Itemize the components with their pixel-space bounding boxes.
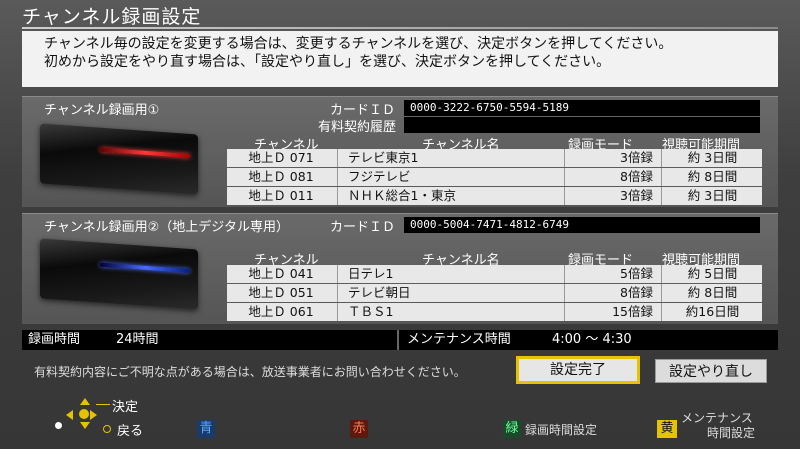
title-divider bbox=[22, 27, 778, 29]
maintenance-time-label: メンテナンス時間 bbox=[407, 332, 511, 347]
blue-key-icon[interactable]: 青 bbox=[197, 420, 215, 438]
cell-period: 約 8日間 bbox=[661, 168, 763, 186]
cell-name: テレビ朝日 bbox=[337, 284, 562, 302]
cell-channel: 地上Ｄ 081 bbox=[248, 169, 314, 184]
rec-time-label: 録画時間 bbox=[28, 332, 81, 347]
arrow-left-icon bbox=[66, 410, 73, 420]
panel-title: チャンネル録画用① bbox=[44, 103, 160, 118]
settings-complete-button[interactable]: 設定完了 bbox=[516, 356, 640, 384]
cell-mode: 8倍録 bbox=[564, 284, 659, 302]
instruction-line-2: 初めから設定をやり直す場合は、「設定やり直し」を選び、決定ボタンを押してください… bbox=[44, 54, 611, 70]
cell-mode: 5倍録 bbox=[564, 265, 659, 283]
recorder-device-icon bbox=[40, 123, 198, 195]
cell-mode: 3倍録 bbox=[564, 187, 659, 205]
table-row[interactable]: 地上Ｄ 081 フジテレビ 8倍録 約 8日間 bbox=[227, 168, 762, 186]
cell-name: 日テレ1 bbox=[337, 265, 562, 283]
maintenance-time-value: 4:00 〜 4:30 bbox=[552, 332, 632, 347]
yellow-key-label-2: 時間設定 bbox=[707, 426, 756, 440]
cell-channel: 地上Ｄ 051 bbox=[248, 285, 314, 300]
cell-name: テレビ東京1 bbox=[337, 149, 562, 167]
cell-mode: 15倍録 bbox=[564, 303, 659, 321]
table-row[interactable]: 地上Ｄ 041 日テレ1 5倍録 約 5日間 bbox=[227, 265, 762, 283]
recorder-device-icon bbox=[40, 238, 198, 310]
table-row[interactable]: 地上Ｄ 011 ＮＨＫ総合1・東京 3倍録 約 3日間 bbox=[227, 187, 762, 205]
recorder-panel-2: チャンネル録画用②（地上デジタル専用） カードＩＤ 0000-5004-7471… bbox=[22, 213, 778, 324]
blue-led-stripe bbox=[100, 262, 190, 273]
settings-reset-button[interactable]: 設定やり直し bbox=[655, 359, 767, 383]
panel-title: チャンネル録画用②（地上デジタル専用） bbox=[44, 220, 290, 235]
decide-connector bbox=[96, 404, 110, 405]
cell-name: ＮＨＫ総合1・東京 bbox=[337, 187, 562, 205]
green-key-icon[interactable]: 緑 bbox=[503, 420, 521, 438]
cell-channel: 地上Ｄ 041 bbox=[248, 266, 314, 281]
cell-channel: 地上Ｄ 061 bbox=[248, 304, 314, 319]
cell-period: 約 3日間 bbox=[661, 149, 763, 167]
recorder-panel-1: チャンネル録画用① カードＩＤ 0000-3222-6750-5594-5189… bbox=[22, 96, 778, 207]
back-ring-icon bbox=[103, 425, 111, 433]
arrow-up-icon bbox=[80, 398, 90, 405]
cell-channel: 地上Ｄ 071 bbox=[248, 150, 314, 165]
green-key-label: 録画時間設定 bbox=[525, 423, 598, 437]
cell-period: 約 3日間 bbox=[661, 187, 763, 205]
yellow-key-icon[interactable]: 黄 bbox=[657, 420, 677, 438]
back-label: 戻る bbox=[117, 424, 144, 439]
arrow-right-icon bbox=[90, 410, 97, 420]
table-row[interactable]: 地上Ｄ 051 テレビ朝日 8倍録 約 8日間 bbox=[227, 284, 762, 302]
instruction-line-1: チャンネル毎の設定を変更する場合は、変更するチャンネルを選び、決定ボタンを押して… bbox=[44, 36, 673, 52]
cell-period: 約 5日間 bbox=[661, 265, 763, 283]
decide-label: 決定 bbox=[112, 400, 139, 415]
dpad-icon bbox=[66, 398, 102, 434]
white-dot-icon bbox=[55, 422, 62, 429]
cell-channel: 地上Ｄ 011 bbox=[248, 188, 314, 203]
contract-inquiry-note: 有料契約内容にご不明な点がある場合は、放送事業者にお問い合わせください。 bbox=[34, 365, 466, 379]
status-divider bbox=[397, 330, 399, 350]
card-id-value: 0000-3222-6750-5594-5189 bbox=[404, 100, 760, 116]
table-row[interactable]: 地上Ｄ 071 テレビ東京1 3倍録 約 3日間 bbox=[227, 149, 762, 167]
enter-icon bbox=[79, 409, 89, 419]
cell-name: フジテレビ bbox=[337, 168, 562, 186]
channel-table: 地上Ｄ 041 日テレ1 5倍録 約 5日間 地上Ｄ 051 テレビ朝日 8倍録… bbox=[227, 264, 762, 321]
card-id-value: 0000-5004-7471-4812-6749 bbox=[404, 217, 760, 233]
rec-time-value: 24時間 bbox=[116, 332, 159, 347]
page-title: チャンネル録画設定 bbox=[22, 6, 202, 28]
contract-history-value bbox=[404, 117, 760, 133]
contract-history-label: 有料契約履歴 bbox=[318, 120, 397, 135]
cell-mode: 8倍録 bbox=[564, 168, 659, 186]
cell-name: ＴＢＳ1 bbox=[337, 303, 562, 321]
screen: チャンネル録画設定 チャンネル毎の設定を変更する場合は、変更するチャンネルを選び… bbox=[0, 0, 800, 449]
cell-period: 約 8日間 bbox=[661, 284, 763, 302]
cell-mode: 3倍録 bbox=[564, 149, 659, 167]
arrow-down-icon bbox=[80, 422, 90, 429]
card-id-label: カードＩＤ bbox=[330, 220, 396, 235]
table-row[interactable]: 地上Ｄ 061 ＴＢＳ1 15倍録 約16日間 bbox=[227, 303, 762, 321]
red-key-icon[interactable]: 赤 bbox=[350, 420, 368, 438]
cell-period: 約16日間 bbox=[661, 303, 763, 321]
channel-table: 地上Ｄ 071 テレビ東京1 3倍録 約 3日間 地上Ｄ 081 フジテレビ 8… bbox=[227, 148, 762, 205]
instruction-message: チャンネル毎の設定を変更する場合は、変更するチャンネルを選び、決定ボタンを押して… bbox=[22, 31, 778, 87]
red-led-stripe bbox=[100, 147, 190, 158]
status-bar: 録画時間 24時間 メンテナンス時間 4:00 〜 4:30 bbox=[22, 330, 778, 350]
